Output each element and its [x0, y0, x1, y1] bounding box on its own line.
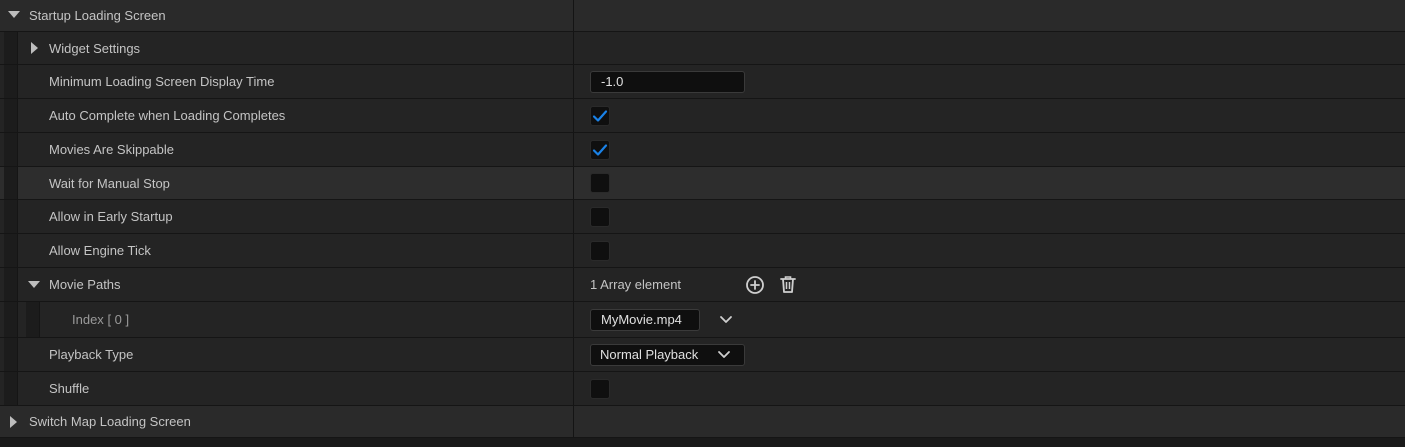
- property-label: Minimum Loading Screen Display Time: [49, 74, 275, 89]
- property-label: Shuffle: [49, 381, 90, 396]
- property-wait-manual-stop: Wait for Manual Stop: [0, 167, 1405, 200]
- property-auto-complete: Auto Complete when Loading Completes: [0, 99, 1405, 133]
- property-label: Movie Paths: [49, 277, 121, 292]
- movie-path-input[interactable]: MyMovie.mp4: [590, 308, 700, 331]
- property-label: Wait for Manual Stop: [49, 175, 170, 191]
- property-label: Allow in Early Startup: [49, 209, 173, 224]
- category-switch-map-loading-screen[interactable]: Switch Map Loading Screen: [0, 406, 1405, 438]
- index-label: Index [ 0 ]: [72, 312, 129, 327]
- category-title: Switch Map Loading Screen: [29, 414, 191, 429]
- property-movie-paths[interactable]: Movie Paths 1 Array element: [0, 268, 1405, 302]
- input-value: MyMovie.mp4: [601, 312, 682, 327]
- movies-skippable-checkbox[interactable]: [590, 139, 610, 160]
- input-value: -1.0: [601, 74, 624, 89]
- property-movies-skippable: Movies Are Skippable: [0, 133, 1405, 167]
- property-allow-early-startup: Allow in Early Startup: [0, 200, 1405, 234]
- array-element-row: Index [ 0 ] MyMovie.mp4: [0, 302, 1405, 338]
- group-widget-settings[interactable]: Widget Settings: [0, 32, 1405, 65]
- property-shuffle: Shuffle: [0, 372, 1405, 406]
- dropdown-value: Normal Playback: [600, 347, 699, 362]
- triangle-right-icon[interactable]: [31, 42, 38, 54]
- triangle-right-icon[interactable]: [10, 416, 17, 428]
- widget-settings-label: Widget Settings: [49, 40, 141, 56]
- property-min-display-time: Minimum Loading Screen Display Time -1.0: [0, 65, 1405, 99]
- category-title: Startup Loading Screen: [29, 8, 166, 23]
- property-label: Auto Complete when Loading Completes: [49, 108, 286, 123]
- details-panel: Startup Loading Screen Widget Settings M…: [0, 0, 1405, 447]
- property-label: Allow Engine Tick: [49, 243, 151, 258]
- shuffle-checkbox[interactable]: [590, 378, 610, 399]
- property-label: Movies Are Skippable: [49, 142, 175, 157]
- index-word: Index: [72, 312, 104, 327]
- chevron-down-icon[interactable]: [719, 315, 733, 325]
- triangle-down-icon[interactable]: [28, 281, 40, 288]
- property-allow-engine-tick: Allow Engine Tick: [0, 234, 1405, 268]
- wait-manual-stop-checkbox[interactable]: [590, 173, 610, 193]
- playback-type-dropdown[interactable]: Normal Playback: [590, 343, 745, 366]
- triangle-down-icon[interactable]: [8, 11, 20, 18]
- property-playback-type: Playback Type Normal Playback: [0, 338, 1405, 372]
- checkmark-icon: [592, 109, 608, 122]
- allow-engine-tick-checkbox[interactable]: [590, 240, 610, 261]
- auto-complete-checkbox[interactable]: [590, 105, 610, 126]
- plus-circle-icon[interactable]: [745, 275, 765, 295]
- chevron-down-icon: [718, 350, 730, 358]
- checkmark-icon: [592, 143, 608, 156]
- trash-icon[interactable]: [778, 274, 798, 294]
- array-summary: 1 Array element: [590, 277, 682, 292]
- category-startup-loading-screen[interactable]: Startup Loading Screen: [0, 0, 1405, 32]
- min-display-time-input[interactable]: -1.0: [590, 70, 745, 93]
- property-label: Playback Type: [49, 347, 134, 362]
- allow-early-startup-checkbox[interactable]: [590, 206, 610, 227]
- index-number: [ 0 ]: [107, 312, 130, 327]
